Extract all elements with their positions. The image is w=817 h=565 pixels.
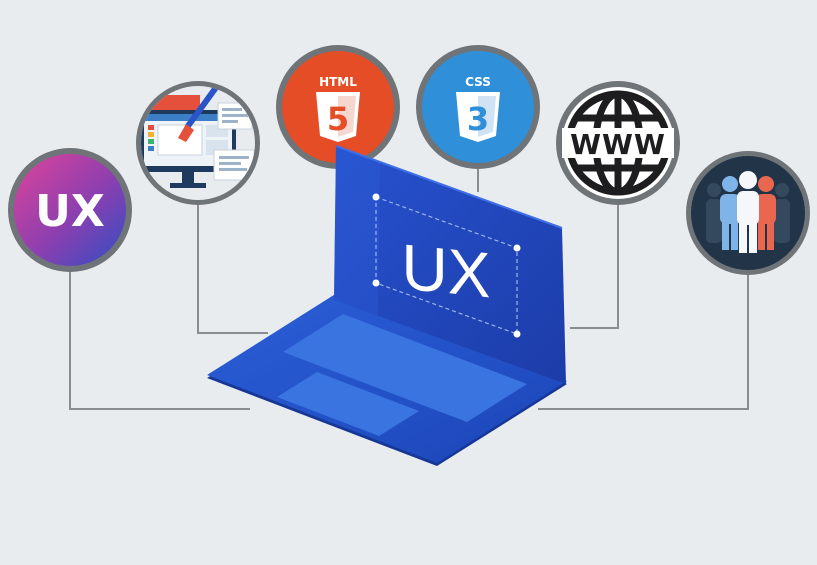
design-tools-badge xyxy=(136,81,260,205)
css3-badge: CSS 3 xyxy=(416,45,540,169)
html5-digit: 5 xyxy=(327,100,349,138)
ux-web-diagram: UX HTML 5 CSS 3 WWW UX xyxy=(8,45,810,466)
www-label: WWW xyxy=(570,128,666,161)
connector-users xyxy=(538,272,749,410)
connector-ux xyxy=(69,268,250,410)
laptop-icon: UX xyxy=(207,145,567,466)
html5-icon: 5 xyxy=(316,92,360,142)
users-badge xyxy=(686,151,810,275)
css3-digit: 3 xyxy=(467,100,489,138)
ux-badge-label: UX xyxy=(35,186,105,237)
www-badge: WWW xyxy=(556,81,680,205)
ux-badge: UX xyxy=(8,148,132,272)
css3-icon: 3 xyxy=(456,92,500,142)
css3-label: CSS xyxy=(465,75,491,89)
connector-www xyxy=(570,205,619,329)
connector-design xyxy=(197,205,268,334)
laptop-screen-label: UX xyxy=(402,230,491,311)
html5-label: HTML xyxy=(319,75,357,89)
